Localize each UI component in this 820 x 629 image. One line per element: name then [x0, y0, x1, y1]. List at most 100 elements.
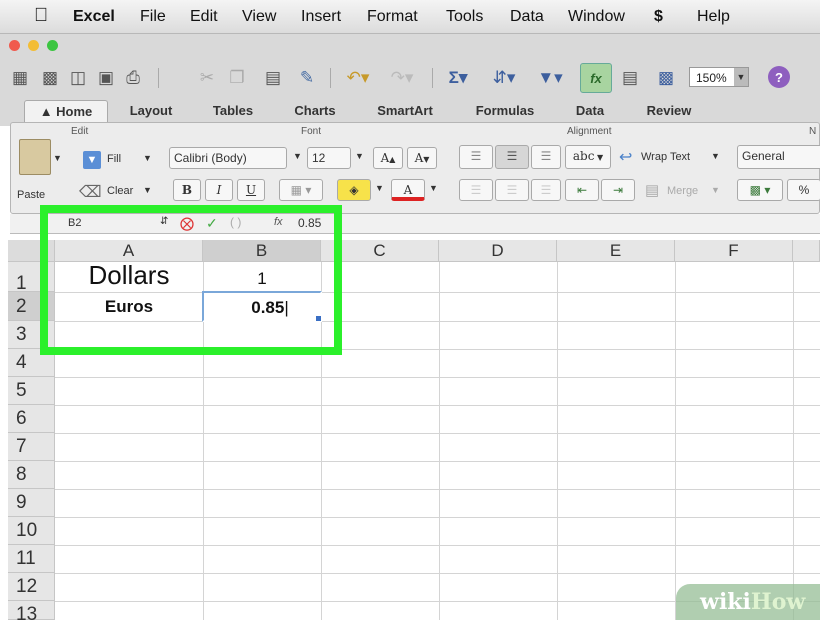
media-browser-icon[interactable]: ▩ [654, 64, 678, 92]
align-right-button[interactable]: ☰ [531, 179, 561, 201]
tab-smartart[interactable]: SmartArt [362, 100, 448, 122]
wrap-text-icon[interactable]: ↩ [619, 147, 632, 167]
autosum-icon[interactable]: Σ ▾ [440, 64, 476, 92]
merge-icon[interactable]: ▤ [645, 181, 659, 199]
help-icon[interactable]: ? [768, 66, 790, 88]
italic-button[interactable]: I [205, 179, 233, 201]
clear-button[interactable]: Clear [107, 185, 133, 197]
column-header-partial[interactable] [793, 240, 820, 262]
row-header-11[interactable]: 11 [8, 545, 55, 573]
row-header-12[interactable]: 12 [8, 573, 55, 601]
align-bottom-button[interactable]: ☰ [531, 145, 561, 169]
chevron-down-icon[interactable]: ▼ [293, 151, 302, 161]
menu-window[interactable]: Window [568, 8, 625, 26]
paste-toolbar-icon[interactable]: ▤ [262, 64, 284, 92]
align-top-button[interactable]: ☰ [459, 145, 493, 169]
tab-data[interactable]: Data [560, 100, 620, 122]
increase-font-button[interactable]: A▲ [373, 147, 403, 169]
chevron-down-icon[interactable]: ▼ [375, 183, 384, 193]
font-name-value: Calibri (Body) [174, 151, 247, 165]
menu-view[interactable]: View [242, 8, 276, 26]
row-header-6[interactable]: 6 [8, 405, 55, 433]
menu-insert[interactable]: Insert [301, 8, 341, 26]
underline-button[interactable]: U [237, 179, 265, 201]
align-center-button[interactable]: ☰ [495, 179, 529, 201]
zoom-window-button[interactable] [47, 40, 58, 51]
minimize-window-button[interactable] [28, 40, 39, 51]
apple-logo-icon[interactable]:  [34, 5, 48, 27]
merge-button[interactable]: Merge [667, 185, 698, 197]
tab-home[interactable]: ▲ Home [24, 100, 108, 123]
menu-data[interactable]: Data [510, 8, 544, 26]
wrap-text-button[interactable]: Wrap Text [641, 151, 690, 163]
borders-button[interactable]: ▦ ▾ [279, 179, 323, 201]
row-header-9[interactable]: 9 [8, 489, 55, 517]
font-color-button[interactable]: A [391, 179, 425, 201]
fill-button[interactable]: Fill [107, 153, 121, 165]
menu-help[interactable]: Help [697, 8, 730, 26]
formula-builder-icon[interactable]: fx [580, 63, 612, 93]
sort-icon[interactable]: ⇵▾ [484, 64, 524, 92]
currency-format-button[interactable]: ▩ ▾ [737, 179, 783, 201]
menu-format[interactable]: Format [367, 8, 418, 26]
menu-tools[interactable]: Tools [446, 8, 483, 26]
increase-indent-button[interactable]: ⇥ [601, 179, 635, 201]
decrease-font-button[interactable]: A▼ [407, 147, 437, 169]
chevron-down-icon[interactable]: ▼ [429, 183, 438, 193]
row-header-8[interactable]: 8 [8, 461, 55, 489]
print-icon[interactable]: ⎙ [120, 64, 146, 92]
decrease-indent-button[interactable]: ⇤ [565, 179, 599, 201]
chevron-down-icon[interactable]: ▼ [355, 151, 364, 161]
show-hide-sidebar-icon[interactable]: ▤ [618, 64, 642, 92]
orientation-label: abc [572, 149, 595, 163]
menu-edit[interactable]: Edit [190, 8, 218, 26]
row-header-5[interactable]: 5 [8, 377, 55, 405]
row-header-7[interactable]: 7 [8, 433, 55, 461]
number-format-select[interactable]: General [737, 145, 820, 169]
save-icon[interactable]: ▣ [94, 64, 118, 92]
tab-tables[interactable]: Tables [198, 100, 268, 122]
menu-file[interactable]: File [140, 8, 166, 26]
column-header-f[interactable]: F [675, 240, 793, 262]
font-size-select[interactable]: 12 [307, 147, 351, 169]
font-name-select[interactable]: Calibri (Body) [169, 147, 287, 169]
chevron-down-icon[interactable]: ▼ [711, 151, 720, 161]
watermark-wiki: wiki [700, 589, 751, 615]
gallery-icon[interactable]: ▩ [38, 64, 62, 92]
script-menu-icon[interactable]: $ [654, 8, 663, 26]
tab-formulas[interactable]: Formulas [462, 100, 548, 122]
highlight-color-button[interactable]: ◈ [337, 179, 371, 201]
font-size-value: 12 [312, 151, 326, 165]
cut-icon[interactable]: ✂ [196, 64, 218, 92]
column-header-d[interactable]: D [439, 240, 557, 262]
column-header-e[interactable]: E [557, 240, 675, 262]
open-icon[interactable]: ◫ [66, 64, 90, 92]
copy-icon[interactable]: ❐ [226, 64, 248, 92]
undo-icon[interactable]: ↶▾ [340, 64, 376, 92]
paste-label[interactable]: Paste [17, 189, 45, 201]
paste-icon[interactable] [19, 139, 51, 175]
menu-app-name[interactable]: Excel [73, 8, 115, 26]
chevron-down-icon[interactable]: ▼ [143, 153, 152, 163]
bold-button[interactable]: B [173, 179, 201, 201]
percent-button[interactable]: % [787, 179, 820, 201]
align-left-button[interactable]: ☰ [459, 179, 493, 201]
tab-layout[interactable]: Layout [116, 100, 186, 122]
redo-icon[interactable]: ↷▾ [384, 64, 420, 92]
close-window-button[interactable] [9, 40, 20, 51]
new-from-template-icon[interactable]: ▦ [8, 64, 32, 92]
chevron-down-icon[interactable]: ▼ [143, 185, 152, 195]
eraser-icon[interactable]: ⌫ [79, 182, 102, 202]
format-painter-icon[interactable]: ✎ [296, 64, 318, 92]
paste-dropdown-icon[interactable]: ▼ [53, 153, 62, 163]
chevron-down-icon[interactable]: ▼ [711, 185, 720, 195]
fill-icon[interactable]: ▼ [83, 151, 101, 169]
orientation-button[interactable]: abc ▼ [565, 145, 611, 169]
align-middle-button[interactable]: ☰ [495, 145, 529, 169]
filter-icon[interactable]: ▼▾ [530, 64, 570, 92]
zoom-select[interactable]: 150% ▼ [689, 67, 749, 87]
row-header-13[interactable]: 13 [8, 601, 55, 625]
row-header-10[interactable]: 10 [8, 517, 55, 545]
tab-charts[interactable]: Charts [280, 100, 350, 122]
tab-review[interactable]: Review [632, 100, 706, 122]
